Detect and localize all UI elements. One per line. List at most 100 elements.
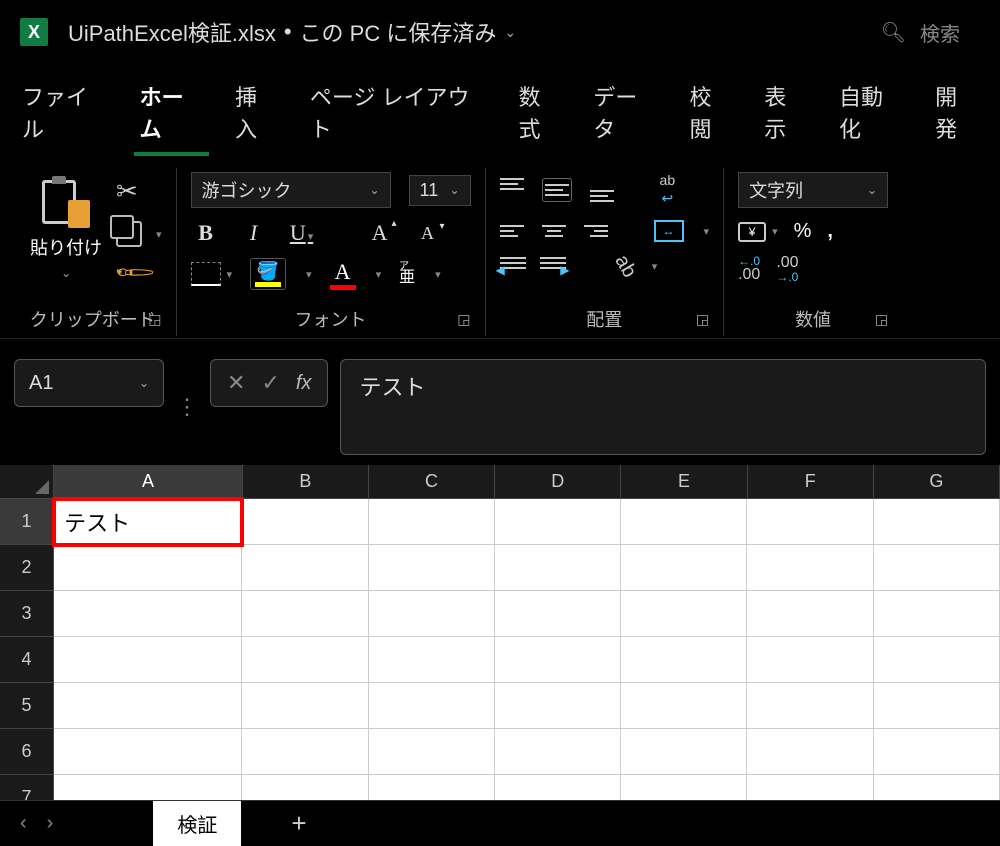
accounting-format-button[interactable]: ¥▾ [738,222,778,242]
cell[interactable] [54,591,242,637]
col-header-B[interactable]: B [243,465,369,499]
prev-sheet-button[interactable]: ‹ [20,812,27,835]
wrap-text-button[interactable]: ab↩ [660,172,676,207]
cell-E1[interactable] [621,499,747,545]
cell[interactable] [621,637,747,683]
col-header-C[interactable]: C [369,465,495,499]
enter-formula-button[interactable]: ✓ [261,370,279,396]
row-header-4[interactable]: 4 [0,637,54,683]
col-header-F[interactable]: F [748,465,874,499]
select-all-corner[interactable] [0,465,54,499]
row-header-5[interactable]: 5 [0,683,54,729]
percent-button[interactable]: % [794,220,812,243]
cell[interactable] [54,545,242,591]
underline-button[interactable]: U▾ [287,220,317,246]
fill-color-button[interactable]: 🪣 [250,258,286,290]
tab-file[interactable]: ファイル [16,78,114,156]
cell-B1[interactable] [242,499,368,545]
italic-button[interactable]: I [239,220,269,246]
dialog-launcher-icon[interactable]: ◲ [875,311,888,328]
paste-button[interactable]: 貼り付け ⌄ [24,172,108,284]
tab-review[interactable]: 校閲 [683,78,738,156]
increase-decimal-button[interactable]: ←.0.00 [738,255,760,283]
file-title[interactable]: UiPathExcel検証.xlsx • この PC に保存済み ⌄ [68,16,516,48]
cancel-formula-button[interactable]: ✕ [227,370,245,396]
cell[interactable] [495,545,621,591]
next-sheet-button[interactable]: › [47,812,54,835]
comma-style-button[interactable]: , [827,220,833,243]
dialog-launcher-icon[interactable]: ◲ [457,311,470,328]
decrease-indent-button[interactable]: ◀ [500,257,526,277]
grow-font-button[interactable]: A [365,220,395,246]
cell[interactable] [747,545,873,591]
chevron-down-icon[interactable]: ⌄ [504,24,516,41]
increase-indent-button[interactable]: ▶ [540,257,566,277]
cell[interactable] [747,637,873,683]
font-size-select[interactable]: 11⌄ [409,175,471,206]
row-header-2[interactable]: 2 [0,545,54,591]
cell[interactable] [242,683,368,729]
cut-button[interactable]: ✂ [116,176,162,207]
cell[interactable] [621,545,747,591]
sheet-tab-active[interactable]: 検証 [153,801,241,846]
cell-A1[interactable]: テスト [54,499,242,545]
row-header-1[interactable]: 1 [0,499,54,545]
cell[interactable] [747,729,873,775]
tab-home[interactable]: ホーム [134,78,210,156]
borders-button[interactable]: ▾ [191,262,233,286]
cell-G1[interactable] [874,499,1000,545]
cell[interactable] [369,729,495,775]
cell[interactable] [369,591,495,637]
align-bottom-button[interactable] [590,178,614,202]
cell[interactable] [54,683,242,729]
tab-automate[interactable]: 自動化 [833,78,909,156]
name-box[interactable]: A1⌄ [14,359,164,407]
tab-data[interactable]: データ [587,78,663,156]
shrink-font-button[interactable]: A [413,223,443,244]
col-header-D[interactable]: D [495,465,621,499]
cell-C1[interactable] [369,499,495,545]
cell[interactable] [874,591,1000,637]
tab-formulas[interactable]: 数式 [512,78,567,156]
cell[interactable] [242,729,368,775]
cell[interactable] [242,545,368,591]
formula-input[interactable]: テスト [340,359,986,455]
cell-D1[interactable] [495,499,621,545]
cell[interactable] [874,637,1000,683]
cell[interactable] [621,729,747,775]
cell[interactable] [874,729,1000,775]
align-middle-button[interactable] [542,178,572,202]
merge-cells-button[interactable]: ↔ [654,220,684,242]
cell[interactable] [495,591,621,637]
font-color-button[interactable]: A [330,259,356,290]
col-header-G[interactable]: G [874,465,1000,499]
cell[interactable] [54,729,242,775]
cell[interactable] [495,729,621,775]
row-header-3[interactable]: 3 [0,591,54,637]
dialog-launcher-icon[interactable]: ◲ [148,311,161,328]
cell-F1[interactable] [747,499,873,545]
cell[interactable] [369,683,495,729]
number-format-select[interactable]: 文字列⌄ [738,172,888,208]
tab-developer[interactable]: 開発 [929,78,984,156]
cell[interactable] [874,683,1000,729]
phonetic-button[interactable]: ア亜 [399,262,415,285]
cell[interactable] [874,545,1000,591]
cell[interactable] [242,637,368,683]
search-box[interactable]: 🔍︎ 検索 [861,10,980,55]
cell[interactable] [621,591,747,637]
cell[interactable] [621,683,747,729]
tab-pagelayout[interactable]: ページ レイアウト [304,78,493,156]
bold-button[interactable]: B [191,220,221,246]
cell[interactable] [242,591,368,637]
tab-view[interactable]: 表示 [758,78,813,156]
align-right-button[interactable] [584,219,608,243]
dialog-launcher-icon[interactable]: ◲ [696,311,709,328]
decrease-decimal-button[interactable]: .00→.0 [776,255,798,283]
cell[interactable] [747,683,873,729]
row-header-6[interactable]: 6 [0,729,54,775]
align-left-button[interactable] [500,219,524,243]
tab-insert[interactable]: 挿入 [229,78,284,156]
add-sheet-button[interactable]: + [291,808,306,839]
cell[interactable] [495,683,621,729]
